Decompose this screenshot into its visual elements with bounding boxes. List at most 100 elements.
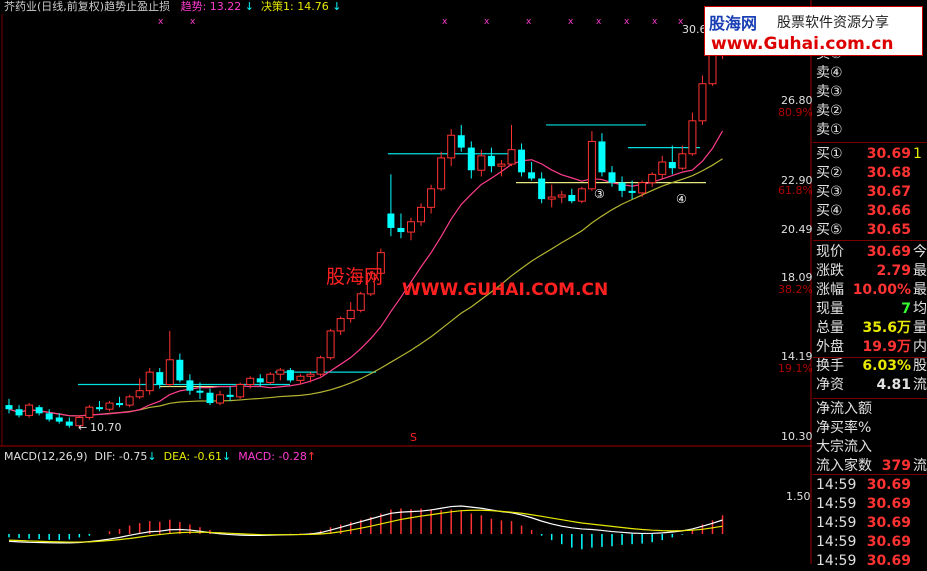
- candle-body-65: [648, 173, 657, 184]
- candle-body-7: [65, 421, 73, 426]
- axis-tick-20: 20.49: [781, 223, 812, 236]
- quote-row-7: 换手 6.03% 股: [813, 357, 927, 376]
- macd-header: MACD(12,26,9) DIF: -0.75↓ DEA: -0.61↓ MA…: [4, 450, 316, 464]
- candle-body-70: [698, 83, 707, 122]
- flow-row-3: 大宗流入: [813, 438, 927, 457]
- quote-row-7-side: 股: [913, 358, 927, 374]
- candle-body-36: [356, 293, 365, 311]
- buy-level-1-label: 买①: [816, 146, 843, 162]
- candle-body-32: [316, 357, 325, 375]
- tick-row-1-value: 30.69: [866, 477, 911, 493]
- tick-row-5-label: 14:59: [816, 553, 857, 569]
- quote-row-3-value: 10.00%: [852, 282, 911, 298]
- indicator-name: 趋势止盈止损: [104, 0, 171, 13]
- candle-body-71: [708, 54, 717, 85]
- candle-body-69: [688, 120, 697, 155]
- tick-row-5: 14:59 30.69: [813, 552, 927, 571]
- panel-divider: [813, 142, 927, 143]
- candle-body-41: [407, 221, 415, 233]
- quote-row-1-side: 今: [913, 244, 927, 260]
- candle-33: [326, 328, 335, 360]
- candle-body-9: [85, 406, 94, 418]
- flow-row-2: 净买率%: [813, 419, 927, 438]
- axis-pct-80: 80.9%: [778, 106, 812, 119]
- macd-dea: DEA: -0.61: [163, 450, 223, 463]
- logo-brand: 股海网: [709, 14, 758, 33]
- axis-pct-19: 19.1%: [778, 362, 812, 375]
- candle-body-3: [25, 404, 34, 416]
- candle-body-43: [427, 188, 436, 208]
- candle-body-35: [346, 309, 355, 320]
- candle-body-47: [467, 147, 475, 171]
- macd-value: MACD: -0.28: [238, 450, 307, 463]
- flow-row-1: 净流入额: [813, 400, 927, 419]
- sell-level-2-label: 卖②: [816, 103, 843, 119]
- tick-row-3: 14:59 30.69: [813, 514, 927, 533]
- quote-row-6: 外盘 19.9万内: [813, 338, 927, 357]
- candle-body-68: [678, 153, 687, 169]
- buy-level-3: 买③ 30.67: [813, 183, 927, 202]
- buy-level-5: 买⑤ 30.65: [813, 221, 927, 240]
- candle-body-1: [5, 405, 13, 410]
- quote-panel: 卖⑤卖④卖③卖②卖①买①30.691买②30.68买③30.67买④30.66买…: [813, 0, 927, 569]
- candle-body-58: [577, 188, 586, 202]
- quote-row-7-label: 换手: [816, 358, 844, 374]
- macd-arrow-icon: ↑: [306, 450, 317, 463]
- quote-row-6-side: 内: [913, 339, 927, 355]
- tick-row-3-label: 14:59: [816, 515, 857, 531]
- candle-body-20: [196, 390, 204, 393]
- sell-level-1: 卖①: [813, 121, 927, 140]
- buy-level-3-value: 30.67: [866, 184, 911, 200]
- buy-level-2: 买② 30.68: [813, 164, 927, 183]
- candle-body-64: [638, 182, 647, 194]
- tick-row-5-value: 30.69: [866, 553, 911, 569]
- quote-row-2: 涨跌 2.79 最: [813, 262, 927, 281]
- sell-level-4-label: 卖④: [816, 65, 843, 81]
- tick-row-4-label: 14:59: [816, 534, 857, 550]
- candle-body-24: [236, 384, 245, 398]
- quote-row-5-label: 总量: [816, 320, 844, 336]
- buy-level-4: 买④ 30.66: [813, 202, 927, 221]
- dif-arrow-icon: ↓: [147, 450, 157, 463]
- signal-mark-5: x: [526, 17, 532, 27]
- kline-chart[interactable]: xxxxxxxxxxx 30.6 26.80 80.9% 22.90 61.8%…: [0, 0, 812, 564]
- quote-row-5-value: 35.6万: [862, 320, 911, 336]
- panel-divider: [813, 474, 927, 475]
- flow-row-2-label: 净买率%: [816, 420, 872, 436]
- buy-level-2-label: 买②: [816, 165, 843, 181]
- candle-body-39: [387, 213, 395, 228]
- tick-row-2: 14:59 30.69: [813, 495, 927, 514]
- candle-body-29: [286, 370, 294, 381]
- signal-mark-3: x: [442, 17, 448, 27]
- trend-arrow-icon: ↓: [244, 0, 255, 13]
- panel-divider: [813, 357, 927, 358]
- axis-tick-10: 10.30: [781, 430, 812, 443]
- dea-arrow-icon: ↓: [222, 450, 232, 463]
- quote-row-8-label: 净资: [816, 377, 844, 393]
- buy-level-1: 买① 30.69 1: [813, 145, 927, 164]
- tick-row-1-label: 14:59: [816, 477, 857, 493]
- candle-body-46: [457, 135, 465, 148]
- axis-tick-30: 30.6: [682, 23, 707, 36]
- candle-body-63: [628, 190, 636, 193]
- candle-body-60: [598, 141, 606, 173]
- signal-mark-8: x: [624, 17, 630, 27]
- quote-row-4-label: 现量: [816, 301, 844, 317]
- candle-body-55: [547, 196, 556, 200]
- candle-body-61: [608, 172, 616, 183]
- candle-body-12: [116, 403, 124, 406]
- circle-mark-3: ③: [594, 187, 605, 201]
- candle-body-6: [55, 417, 63, 422]
- candle-body-5: [45, 413, 53, 420]
- candle-58: [577, 186, 586, 204]
- candle-body-49: [487, 155, 495, 167]
- candle-body-11: [105, 402, 114, 410]
- guhai-logo: 股海网 股票软件资源分享 www.Guhai.com.cn: [704, 6, 923, 56]
- logo-slogan: 股票软件资源分享: [777, 15, 889, 31]
- candle-body-22: [216, 394, 225, 404]
- quote-row-8: 净资 4.81 流: [813, 376, 927, 395]
- candle-15: [145, 368, 154, 395]
- chart-title-bar: 芥药业(日线,前复权)趋势止盈止损 趋势: 13.22 ↓ 决策1: 14.76…: [4, 0, 341, 14]
- candle-body-40: [397, 227, 405, 233]
- candle-body-54: [538, 178, 546, 200]
